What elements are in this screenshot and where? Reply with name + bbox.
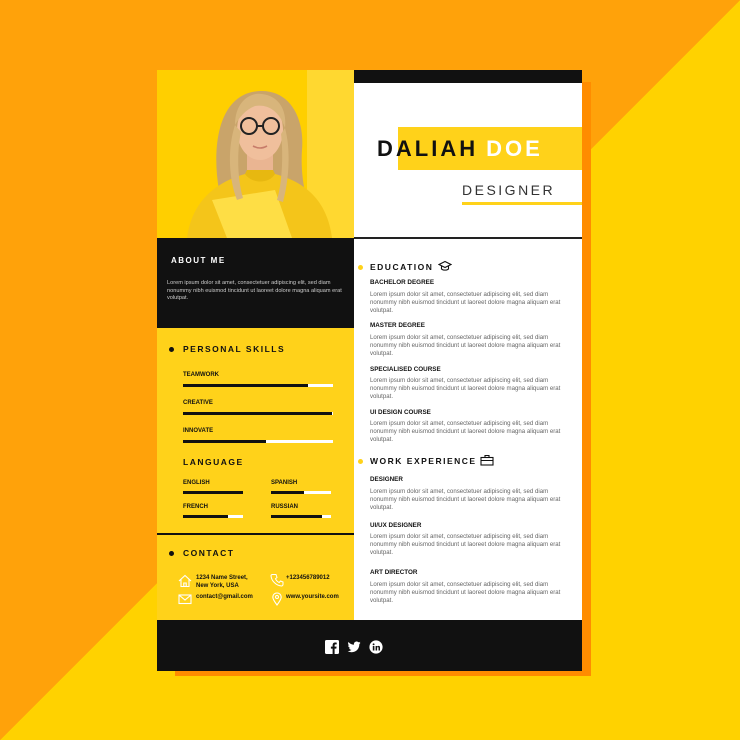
footer-bar — [157, 620, 582, 671]
linkedin-icon[interactable] — [369, 640, 383, 654]
email-icon — [178, 594, 192, 605]
language-bar-fill — [183, 491, 243, 494]
education-title: EDUCATION — [370, 262, 434, 272]
skill-bar-fill — [183, 412, 332, 415]
skills-bullet — [169, 347, 174, 352]
home-icon — [178, 574, 192, 588]
contact-bullet — [169, 551, 174, 556]
education-bullet — [358, 265, 363, 270]
skill-label: INNOVATE — [183, 428, 214, 434]
contact-phone[interactable]: +123456789012 — [286, 575, 330, 583]
education-entry-text: Lorem ipsum dolor sit amet, consectetuer… — [370, 377, 561, 400]
address-line2: New York, USA — [196, 582, 239, 589]
job-title: DESIGNER — [462, 182, 556, 198]
language-title: LANGUAGE — [183, 457, 244, 467]
skill-label: CREATIVE — [183, 400, 213, 406]
phone-icon — [270, 574, 284, 587]
skill-bar — [183, 412, 333, 415]
work-entry-title: ART DIRECTOR — [370, 569, 418, 576]
language-bar — [183, 515, 243, 518]
job-title-underline — [462, 202, 582, 205]
language-bar-fill — [271, 515, 322, 518]
language-label: FRENCH — [183, 504, 208, 510]
briefcase-icon — [480, 454, 494, 466]
education-entry-title: BACHELOR DEGREE — [370, 279, 435, 286]
language-label: ENGLISH — [183, 480, 210, 486]
language-bar — [183, 491, 243, 494]
education-entry-text: Lorem ipsum dolor sit amet, consectetuer… — [370, 291, 561, 314]
language-bar — [271, 491, 331, 494]
contact-email[interactable]: contact@gmail.com — [196, 594, 253, 602]
education-entry-title: UI DESIGN COURSE — [370, 409, 431, 416]
profile-photo — [157, 70, 354, 238]
education-entry-title: MASTER DEGREE — [370, 322, 425, 329]
about-text: Lorem ipsum dolor sit amet, consectetuer… — [167, 280, 342, 302]
language-bar-fill — [271, 491, 304, 494]
about-section: ABOUT ME Lorem ipsum dolor sit amet, con… — [157, 238, 354, 328]
skill-bar-fill — [183, 440, 266, 443]
facebook-icon[interactable] — [325, 640, 339, 654]
work-title: WORK EXPERIENCE — [370, 456, 477, 466]
work-entry-text: Lorem ipsum dolor sit amet, consectetuer… — [370, 533, 561, 556]
full-name: DALIAH DOE — [377, 136, 543, 162]
last-name: DOE — [486, 136, 543, 161]
work-entry-text: Lorem ipsum dolor sit amet, consectetuer… — [370, 488, 561, 511]
education-entry-title: SPECIALISED COURSE — [370, 366, 441, 373]
about-title: ABOUT ME — [171, 256, 226, 265]
portrait-illustration — [157, 70, 354, 238]
education-entry-text: Lorem ipsum dolor sit amet, consectetuer… — [370, 420, 561, 443]
contact-divider — [157, 533, 354, 535]
skills-title: PERSONAL SKILLS — [183, 344, 286, 354]
skill-bar-fill — [183, 384, 308, 387]
contact-website[interactable]: www.yoursite.com — [286, 594, 339, 602]
work-entry-text: Lorem ipsum dolor sit amet, consectetuer… — [370, 581, 561, 604]
header-separator — [354, 237, 582, 239]
resume-page: DALIAH DOE DESIGNER ABOUT ME Lorem ipsum … — [157, 70, 582, 671]
first-name: DALIAH — [377, 136, 479, 161]
contact-address: 1234 Name Street, New York, USA — [196, 575, 248, 591]
work-entry-title: UI/UX DESIGNER — [370, 522, 422, 529]
skill-bar — [183, 384, 333, 387]
graduation-cap-icon — [438, 260, 452, 271]
header-top-bar — [354, 70, 582, 83]
skill-bar — [183, 440, 333, 443]
location-pin-icon — [272, 592, 282, 606]
education-entry-text: Lorem ipsum dolor sit amet, consectetuer… — [370, 334, 561, 357]
address-line1: 1234 Name Street, — [196, 575, 248, 581]
contact-title: CONTACT — [183, 548, 235, 558]
twitter-icon[interactable] — [347, 640, 361, 654]
language-bar-fill — [183, 515, 228, 518]
language-label: RUSSIAN — [271, 504, 299, 510]
work-entry-title: DESIGNER — [370, 476, 403, 483]
work-bullet — [358, 459, 363, 464]
language-label: SPANISH — [271, 480, 298, 486]
language-bar — [271, 515, 331, 518]
skill-label: TEAMWORK — [183, 372, 219, 378]
